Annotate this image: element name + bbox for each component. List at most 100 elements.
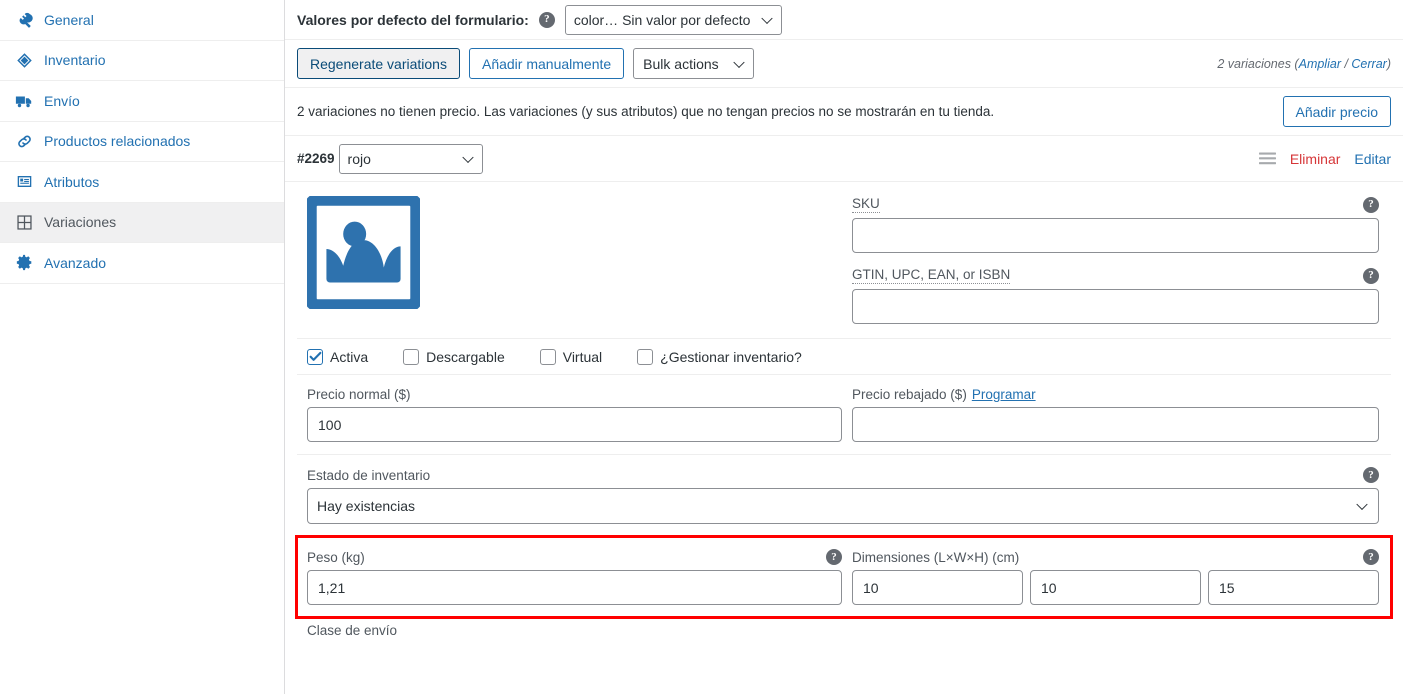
sidebar-item-label: Productos relacionados bbox=[44, 134, 190, 148]
sidebar-item-variaciones[interactable]: Variaciones bbox=[0, 203, 284, 244]
bulk-actions-select-wrapper: Bulk actions bbox=[633, 48, 754, 79]
regular-price-field: Precio normal ($) bbox=[297, 387, 852, 442]
checkbox-descargable[interactable]: Descargable bbox=[403, 349, 505, 365]
list-icon bbox=[15, 173, 33, 191]
help-icon[interactable]: ? bbox=[1363, 467, 1379, 483]
inventory-icon bbox=[15, 51, 33, 69]
checkbox-box bbox=[540, 349, 556, 365]
no-price-notice-row: 2 variaciones no tienen precio. Las vari… bbox=[285, 88, 1403, 136]
weight-label-row: Peso (kg) ? bbox=[307, 549, 842, 565]
help-icon[interactable]: ? bbox=[1363, 197, 1379, 213]
dimensions-label-row: Dimensiones (L×W×H) (cm) ? bbox=[852, 549, 1379, 565]
stock-status-select[interactable]: Hay existencias bbox=[307, 488, 1379, 524]
prices-block: Precio normal ($) Precio rebajado ($) Pr… bbox=[297, 375, 1391, 455]
variations-panel: Valores por defecto del formulario: ? co… bbox=[285, 0, 1403, 694]
sku-label-row: SKU ? bbox=[852, 196, 1379, 213]
help-icon[interactable]: ? bbox=[826, 549, 842, 565]
sidebar-item-envio[interactable]: Envío bbox=[0, 81, 284, 122]
variation-header-row: #2269 rojo Eliminar Editar bbox=[285, 136, 1403, 182]
edit-variation-link[interactable]: Editar bbox=[1354, 151, 1391, 167]
stock-status-select-wrapper: Hay existencias bbox=[307, 488, 1379, 524]
grid-icon bbox=[15, 213, 33, 231]
sidebar-item-label: Inventario bbox=[44, 53, 105, 67]
variations-count-text: 2 variaciones ( bbox=[1217, 57, 1298, 71]
add-price-button[interactable]: Añadir precio bbox=[1283, 96, 1392, 127]
checkbox-box bbox=[307, 349, 323, 365]
form-defaults-label: Valores por defecto del formulario: bbox=[297, 12, 529, 28]
regular-price-label: Precio normal ($) bbox=[307, 387, 411, 402]
sidebar-item-inventario[interactable]: Inventario bbox=[0, 41, 284, 82]
expand-link[interactable]: Ampliar bbox=[1299, 57, 1341, 71]
shipping-class-label: Clase de envío bbox=[297, 617, 1391, 638]
weight-label: Peso (kg) bbox=[307, 550, 365, 565]
dimension-width-input[interactable] bbox=[1030, 570, 1201, 605]
gear-icon bbox=[15, 254, 33, 272]
variation-attribute-select[interactable]: rojo bbox=[339, 144, 483, 174]
image-and-identifiers-block: SKU ? GTIN, UPC, EAN, or ISBN ? bbox=[297, 182, 1391, 339]
wrench-icon bbox=[15, 11, 33, 29]
gtin-input[interactable] bbox=[852, 289, 1379, 324]
weight-input[interactable] bbox=[307, 570, 842, 605]
checkbox-label: Virtual bbox=[563, 349, 602, 365]
sidebar-item-label: Envío bbox=[44, 94, 80, 108]
close-link[interactable]: Cerrar bbox=[1351, 57, 1386, 71]
stock-status-label-row: Estado de inventario ? bbox=[307, 467, 1379, 483]
sale-price-input[interactable] bbox=[852, 407, 1379, 442]
checkbox-gestionar-inventario[interactable]: ¿Gestionar inventario? bbox=[637, 349, 802, 365]
gtin-label: GTIN, UPC, EAN, or ISBN bbox=[852, 267, 1010, 284]
variations-toolbar: Regenerate variations Añadir manualmente… bbox=[285, 40, 1403, 88]
sale-price-label: Precio rebajado ($) bbox=[852, 387, 967, 402]
help-icon[interactable]: ? bbox=[539, 12, 555, 28]
schedule-sale-link[interactable]: Programar bbox=[972, 387, 1036, 402]
bulk-actions-select[interactable]: Bulk actions bbox=[633, 48, 754, 79]
variation-actions: Eliminar Editar bbox=[1259, 151, 1391, 167]
checkbox-label: Activa bbox=[330, 349, 368, 365]
variations-count-note: 2 variaciones (Ampliar / Cerrar) bbox=[1217, 57, 1391, 71]
drag-handle-icon[interactable] bbox=[1259, 152, 1276, 165]
shipping-dimensions-block-highlighted: Peso (kg) ? Dimensiones (L×W×H) (cm) ? bbox=[297, 537, 1391, 617]
variation-attribute-select-wrapper: rojo bbox=[339, 144, 483, 174]
form-defaults-row: Valores por defecto del formulario: ? co… bbox=[285, 0, 1403, 40]
checkbox-virtual[interactable]: Virtual bbox=[540, 349, 602, 365]
help-icon[interactable]: ? bbox=[1363, 268, 1379, 284]
sidebar-item-general[interactable]: General bbox=[0, 0, 284, 41]
count-separator: / bbox=[1341, 57, 1351, 71]
add-manually-button[interactable]: Añadir manualmente bbox=[469, 48, 624, 79]
sku-field: SKU ? bbox=[852, 196, 1379, 253]
image-placeholder-icon[interactable] bbox=[307, 196, 420, 309]
stock-status-block: Estado de inventario ? Hay existencias bbox=[297, 455, 1391, 537]
check-icon bbox=[309, 350, 322, 363]
dimensions-label: Dimensiones (L×W×H) (cm) bbox=[852, 550, 1019, 565]
variation-flags-row: Activa Descargable Virtual bbox=[297, 339, 1391, 375]
sku-input[interactable] bbox=[852, 218, 1379, 253]
dimension-length-input[interactable] bbox=[852, 570, 1023, 605]
sidebar-item-label: General bbox=[44, 13, 94, 27]
link-icon bbox=[15, 132, 33, 150]
sidebar-item-label: Atributos bbox=[44, 175, 99, 189]
dimensions-field: Dimensiones (L×W×H) (cm) ? bbox=[852, 549, 1391, 605]
product-data-tabs-sidebar: General Inventario Envío Productos relac… bbox=[0, 0, 285, 694]
regular-price-input[interactable] bbox=[307, 407, 842, 442]
sidebar-item-label: Variaciones bbox=[44, 215, 116, 229]
variation-id: #2269 bbox=[297, 151, 335, 166]
weight-field: Peso (kg) ? bbox=[297, 549, 852, 605]
sidebar-item-productos-relacionados[interactable]: Productos relacionados bbox=[0, 122, 284, 163]
checkbox-label: ¿Gestionar inventario? bbox=[660, 349, 802, 365]
variation-body: SKU ? GTIN, UPC, EAN, or ISBN ? bbox=[285, 182, 1403, 638]
delete-variation-link[interactable]: Eliminar bbox=[1290, 151, 1341, 167]
sidebar-item-label: Avanzado bbox=[44, 256, 106, 270]
dimensions-inputs-row bbox=[852, 570, 1379, 605]
help-icon[interactable]: ? bbox=[1363, 549, 1379, 565]
sidebar-item-avanzado[interactable]: Avanzado bbox=[0, 243, 284, 284]
regular-price-label-row: Precio normal ($) bbox=[307, 387, 842, 402]
dimension-height-input[interactable] bbox=[1208, 570, 1379, 605]
checkbox-activa[interactable]: Activa bbox=[307, 349, 368, 365]
checkbox-box bbox=[637, 349, 653, 365]
sku-label: SKU bbox=[852, 196, 880, 213]
sale-price-label-row: Precio rebajado ($) Programar bbox=[852, 387, 1379, 402]
checkbox-box bbox=[403, 349, 419, 365]
sale-price-field: Precio rebajado ($) Programar bbox=[852, 387, 1391, 442]
default-attribute-select[interactable]: color… Sin valor por defecto bbox=[565, 5, 782, 35]
regenerate-variations-button[interactable]: Regenerate variations bbox=[297, 48, 460, 79]
sidebar-item-atributos[interactable]: Atributos bbox=[0, 162, 284, 203]
